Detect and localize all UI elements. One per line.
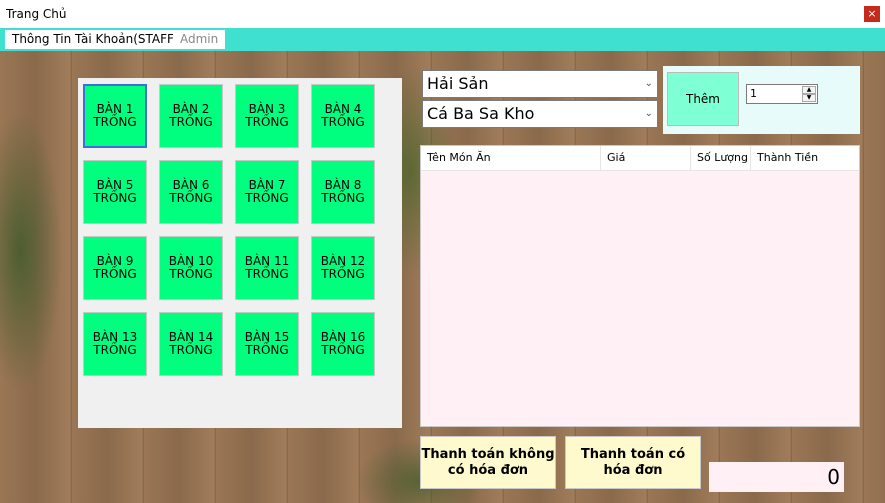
table-button[interactable]: BÀN 8 TRỐNG bbox=[311, 160, 375, 224]
table-status: TRỐNG bbox=[321, 115, 365, 129]
close-button[interactable]: × bbox=[864, 6, 880, 22]
chevron-down-icon: ⌄ bbox=[644, 108, 653, 119]
menu-admin[interactable]: Admin bbox=[173, 30, 226, 49]
menu-account-staff[interactable]: Thông Tin Tài Khoản(STAFF) bbox=[5, 30, 186, 49]
order-list[interactable]: Tên Món Ăn Giá Số Lượng Thành Tiền bbox=[420, 145, 860, 427]
table-button[interactable]: BÀN 2 TRỐNG bbox=[159, 84, 223, 148]
table-button[interactable]: BÀN 1 TRỐNG bbox=[83, 84, 147, 148]
table-status: TRỐNG bbox=[321, 343, 365, 357]
table-status: TRỐNG bbox=[245, 267, 289, 281]
table-button[interactable]: BÀN 14 TRỐNG bbox=[159, 312, 223, 376]
table-button[interactable]: BÀN 13 TRỐNG bbox=[83, 312, 147, 376]
table-button[interactable]: BÀN 12 TRỐNG bbox=[311, 236, 375, 300]
table-button[interactable]: BÀN 16 TRỐNG bbox=[311, 312, 375, 376]
table-status: TRỐNG bbox=[321, 267, 365, 281]
menu-bar: Thông Tin Tài Khoản(STAFF) Admin bbox=[0, 28, 885, 51]
table-button[interactable]: BÀN 4 TRỐNG bbox=[311, 84, 375, 148]
chevron-down-icon: ⌄ bbox=[644, 78, 653, 89]
quantity-stepper[interactable]: 1 ▲ ▼ bbox=[746, 84, 818, 104]
table-status: TRỐNG bbox=[169, 191, 213, 205]
stepper-down-icon[interactable]: ▼ bbox=[802, 94, 816, 102]
table-status: TRỐNG bbox=[245, 191, 289, 205]
table-status: TRỐNG bbox=[93, 267, 137, 281]
table-status: TRỐNG bbox=[321, 191, 365, 205]
column-total[interactable]: Thành Tiền bbox=[751, 146, 859, 170]
title-bar: Trang Chủ × bbox=[0, 0, 885, 28]
food-value: Cá Ba Sa Kho bbox=[427, 104, 535, 123]
table-status: TRỐNG bbox=[169, 267, 213, 281]
window-title: Trang Chủ bbox=[6, 7, 67, 21]
table-status: TRỐNG bbox=[245, 115, 289, 129]
table-status: TRỐNG bbox=[93, 115, 137, 129]
table-button[interactable]: BÀN 6 TRỐNG bbox=[159, 160, 223, 224]
table-status: TRỐNG bbox=[93, 343, 137, 357]
tables-panel: BÀN 1 TRỐNG BÀN 2 TRỐNG BÀN 3 TRỐNG BÀN 4 TR… bbox=[78, 78, 402, 428]
pay-no-invoice-button[interactable]: Thanh toán không có hóa đơn bbox=[420, 436, 556, 489]
category-value: Hải Sản bbox=[427, 74, 489, 93]
table-button[interactable]: BÀN 10 TRỐNG bbox=[159, 236, 223, 300]
total-amount: 0 bbox=[709, 462, 844, 492]
table-button[interactable]: BÀN 7 TRỐNG bbox=[235, 160, 299, 224]
table-status: TRỐNG bbox=[169, 115, 213, 129]
stepper-up-icon[interactable]: ▲ bbox=[802, 86, 816, 94]
add-food-button[interactable]: Thêm bbox=[667, 72, 739, 126]
table-button[interactable]: BÀN 9 TRỐNG bbox=[83, 236, 147, 300]
table-status: TRỐNG bbox=[245, 343, 289, 357]
quantity-value: 1 bbox=[750, 87, 757, 100]
column-quantity[interactable]: Số Lượng bbox=[691, 146, 751, 170]
table-button[interactable]: BÀN 3 TRỐNG bbox=[235, 84, 299, 148]
column-food-name[interactable]: Tên Món Ăn bbox=[421, 146, 601, 170]
table-button[interactable]: BÀN 15 TRỐNG bbox=[235, 312, 299, 376]
order-list-header: Tên Món Ăn Giá Số Lượng Thành Tiền bbox=[421, 146, 859, 171]
column-price[interactable]: Giá bbox=[601, 146, 691, 170]
category-select[interactable]: Hải Sản ⌄ bbox=[422, 70, 658, 98]
table-status: TRỐNG bbox=[93, 191, 137, 205]
table-button[interactable]: BÀN 5 TRỐNG bbox=[83, 160, 147, 224]
food-select[interactable]: Cá Ba Sa Kho ⌄ bbox=[422, 100, 658, 128]
pay-with-invoice-button[interactable]: Thanh toán có hóa đơn bbox=[565, 436, 701, 489]
table-button[interactable]: BÀN 11 TRỐNG bbox=[235, 236, 299, 300]
table-status: TRỐNG bbox=[169, 343, 213, 357]
